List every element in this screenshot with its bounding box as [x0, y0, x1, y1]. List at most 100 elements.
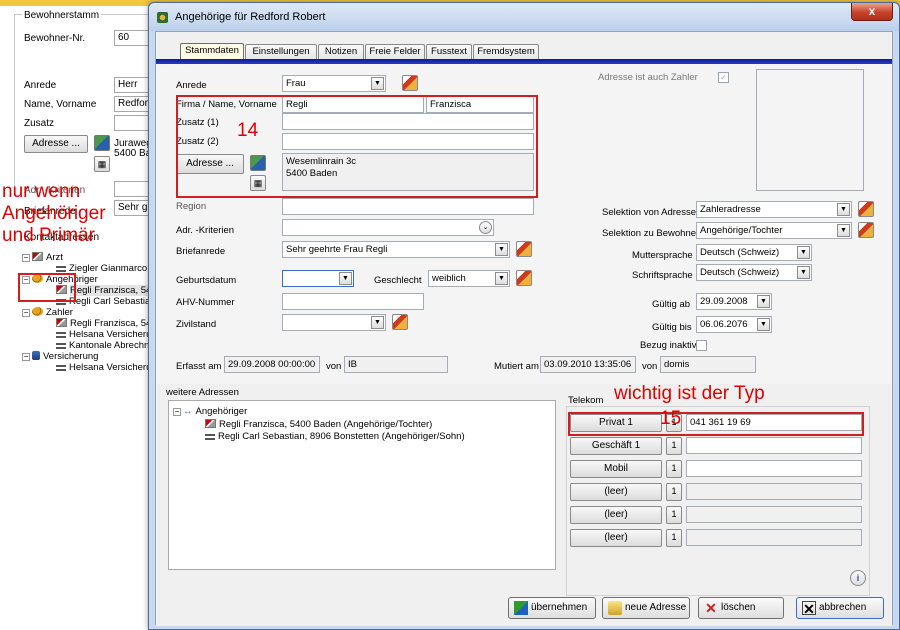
tree-node-versicherung[interactable]: − Versicherung — [22, 351, 150, 362]
weitere-item-carl[interactable]: Regli Carl Sebastian, 8906 Bonstetten (A… — [205, 431, 465, 442]
tab-einstellungen[interactable]: Einstellungen — [245, 44, 317, 59]
schriftsprache-select[interactable]: Deutsch (Schweiz) ▼ — [696, 264, 812, 281]
chevron-down-icon[interactable]: ⌄ — [479, 221, 492, 234]
photo-box[interactable] — [756, 69, 864, 191]
chevron-down-icon[interactable]: ▼ — [837, 224, 850, 237]
tab-fusstext[interactable]: Fusstext — [426, 44, 472, 59]
edit-anrede-icon[interactable] — [402, 75, 418, 91]
erfasst-von-label: von — [326, 361, 342, 372]
annotation-nur-wenn: nur wenn — [2, 181, 81, 202]
bewohner-nr-label: Bewohner-Nr. — [24, 33, 86, 44]
telekom-type-button-3[interactable]: Mobil — [570, 460, 662, 478]
dialog-title: Angehörige für Redford Robert — [175, 11, 326, 23]
app-icon — [157, 12, 168, 23]
tree-item-helsana[interactable]: Helsana Versicherun — [22, 329, 157, 340]
address-picker-icon-bg[interactable]: ▦ — [94, 156, 110, 172]
bottom-panel: weitere Adressen − ↔ Angehöriger Regli Fra… — [156, 384, 892, 626]
bezug-inaktiv-checkbox[interactable] — [696, 340, 707, 351]
anrede-label: Anrede — [176, 80, 207, 91]
adresse-zahler-checkbox[interactable]: ✓ — [718, 72, 729, 83]
edit-briefanrede-icon[interactable] — [516, 241, 532, 257]
briefanrede-select[interactable]: Sehr geehrte Frau Regli ▼ — [282, 241, 510, 258]
adresse-button-bg[interactable]: Adresse ... — [24, 135, 88, 153]
telekom-type-button-2[interactable]: Geschäft 1 — [570, 437, 662, 455]
zivilstand-select[interactable]: ▼ — [282, 314, 386, 331]
gueltig-bis-field[interactable]: 06.06.2076 ▼ — [696, 316, 772, 333]
annotation-number-14: 14 — [237, 120, 259, 141]
loeschen-button[interactable]: ✕ löschen — [698, 597, 784, 619]
annotation-box-15 — [568, 412, 864, 436]
collapse-icon[interactable]: − — [173, 408, 181, 416]
map-icon-bg[interactable] — [94, 135, 110, 151]
calendar-dropdown-icon[interactable]: ▼ — [757, 295, 770, 308]
telekom-action-button-2[interactable]: 1 — [666, 437, 682, 455]
geschlecht-select[interactable]: weiblich ▼ — [428, 270, 510, 287]
zahler-icon — [32, 307, 43, 316]
telekom-action-button-4[interactable]: 1 — [666, 483, 682, 501]
chevron-down-icon[interactable]: ▼ — [837, 203, 850, 216]
telekom-value-2[interactable] — [686, 437, 862, 454]
edit-geschlecht-icon[interactable] — [516, 270, 532, 286]
primary-contact-icon — [205, 419, 216, 428]
telekom-action-button-3[interactable]: 1 — [666, 460, 682, 478]
abbrechen-button[interactable]: ✕ abbrechen — [796, 597, 884, 619]
kriterien-select[interactable]: ⌄ — [282, 219, 494, 236]
tree-item-vers-helsana[interactable]: Helsana Versicherun — [22, 362, 157, 373]
edit-zivilstand-icon[interactable] — [392, 314, 408, 330]
telekom-info-icon[interactable]: i — [850, 570, 866, 586]
telekom-action-button-6[interactable]: 1 — [666, 529, 682, 547]
close-button[interactable]: x — [851, 3, 893, 21]
arzt-icon — [32, 252, 43, 261]
collapse-icon[interactable]: − — [22, 353, 30, 361]
calendar-dropdown-icon[interactable]: ▼ — [339, 272, 352, 285]
chevron-down-icon[interactable]: ▼ — [797, 266, 810, 279]
tree-node-arzt[interactable]: − Arzt — [22, 252, 150, 263]
chevron-down-icon[interactable]: ▼ — [495, 243, 508, 256]
telekom-value-6[interactable] — [686, 529, 862, 546]
tab-notizen[interactable]: Notizen — [318, 44, 364, 59]
telekom-type-button-6[interactable]: (leer) — [570, 529, 662, 547]
collapse-icon[interactable]: − — [22, 254, 30, 262]
edit-selektion-adresse-icon[interactable] — [858, 201, 874, 217]
telekom-action-button-5[interactable]: 1 — [666, 506, 682, 524]
selektion-bewohner-select[interactable]: Angehörige/Tochter ▼ — [696, 222, 852, 239]
chevron-down-icon[interactable]: ▼ — [371, 316, 384, 329]
tab-fremdsystem[interactable]: Fremdsystem — [473, 44, 539, 59]
weitere-adressen-title: weitere Adressen — [166, 387, 239, 398]
edit-selektion-bewohner-icon[interactable] — [858, 222, 874, 238]
tree-node-zahler[interactable]: − Zahler — [22, 307, 150, 318]
kontakt-tree[interactable]: − Arzt Ziegler Gianmarco, 5 − Angehöriger … — [22, 252, 158, 373]
region-field[interactable] — [282, 198, 534, 215]
stammdaten-panel: Anrede Frau ▼ Firma / Name, Vorname Regli… — [156, 64, 892, 384]
geburtsdatum-field[interactable]: ▼ — [282, 270, 354, 287]
angehoerige-dialog: Angehörige für Redford Robert x Stammdat… — [148, 2, 900, 630]
tab-bar: Stammdaten Einstellungen Notizen Freie F… — [156, 43, 892, 59]
dialog-titlebar[interactable]: Angehörige für Redford Robert x — [149, 3, 899, 31]
mutiert-von-field: domis — [660, 356, 756, 373]
selektion-adresse-select[interactable]: Zahleradresse ▼ — [696, 201, 852, 218]
chevron-down-icon[interactable]: ▼ — [797, 246, 810, 259]
neue-adresse-button[interactable]: neue Adresse — [602, 597, 690, 619]
muttersprache-select[interactable]: Deutsch (Schweiz) ▼ — [696, 244, 812, 261]
weitere-adressen-list[interactable]: − ↔ Angehöriger Regli Franzisca, 5400 Bade… — [168, 400, 556, 570]
tab-freie-felder[interactable]: Freie Felder — [365, 44, 425, 59]
tree-item-zahler-regli[interactable]: Regli Franzisca, 540 — [22, 318, 157, 329]
chevron-down-icon[interactable]: ▼ — [371, 77, 384, 90]
collapse-icon[interactable]: − — [22, 309, 30, 317]
telekom-value-5[interactable] — [686, 506, 862, 523]
telekom-value-3[interactable] — [686, 460, 862, 477]
chevron-down-icon[interactable]: ▼ — [495, 272, 508, 285]
telekom-type-button-4[interactable]: (leer) — [570, 483, 662, 501]
calendar-dropdown-icon[interactable]: ▼ — [757, 318, 770, 331]
anrede-select[interactable]: Frau ▼ — [282, 75, 386, 92]
uebernehmen-button[interactable]: übernehmen — [508, 597, 596, 619]
gueltig-ab-field[interactable]: 29.09.2008 ▼ — [696, 293, 772, 310]
telekom-value-4[interactable] — [686, 483, 862, 500]
telekom-type-button-5[interactable]: (leer) — [570, 506, 662, 524]
tab-stammdaten[interactable]: Stammdaten — [180, 43, 244, 59]
mutiert-field: 03.09.2010 13:35:06 — [540, 356, 636, 373]
weitere-root-angehoeriger[interactable]: − ↔ Angehöriger — [173, 406, 247, 417]
ahv-field[interactable] — [282, 293, 424, 310]
weitere-item-franzisca[interactable]: Regli Franzisca, 5400 Baden (Angehörige/… — [205, 419, 432, 430]
tree-item-kantonale[interactable]: Kantonale Abrechnu — [22, 340, 155, 351]
